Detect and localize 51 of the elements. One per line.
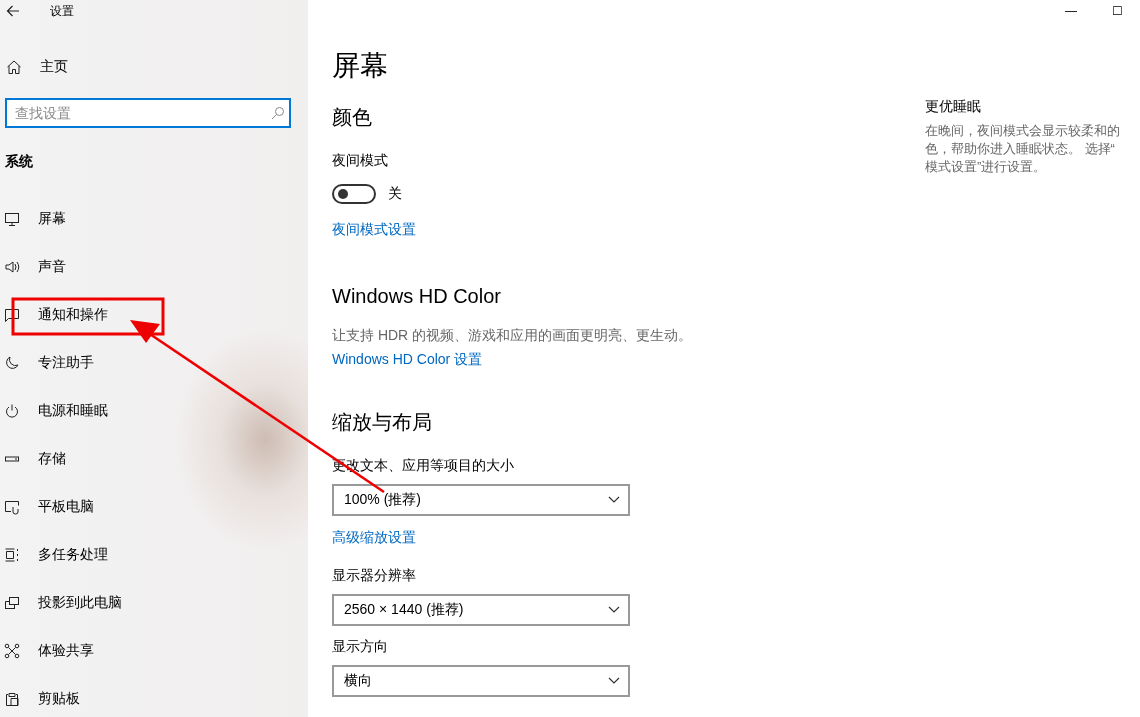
section-heading: 缩放与布局 — [332, 410, 432, 435]
toggle-switch[interactable] — [332, 184, 376, 204]
maximize-button[interactable]: ☐ — [1094, 0, 1140, 22]
sidebar-item[interactable]: 通知和操作 — [38, 306, 108, 324]
speaker-icon — [4, 259, 20, 275]
sidebar-item[interactable]: 专注助手 — [38, 354, 94, 372]
monitor-icon — [4, 211, 20, 227]
sidebar-item[interactable]: 投影到此电脑 — [38, 594, 122, 612]
settings-link[interactable]: Windows HD Color 设置 — [332, 349, 483, 369]
aside-heading: 更优睡眠 — [925, 97, 982, 116]
dropdown[interactable]: 横向 — [332, 665, 630, 697]
section-heading: 系统 — [5, 152, 34, 171]
sidebar-item[interactable]: 多任务处理 — [38, 546, 108, 564]
field-label: 显示器分辨率 — [332, 566, 416, 585]
share-icon — [4, 643, 20, 659]
home-link[interactable]: 主页 — [40, 58, 68, 76]
search-icon — [271, 106, 285, 120]
section-heading: 颜色 — [332, 105, 372, 130]
projector-icon — [4, 595, 20, 611]
description: 让支持 HDR 的视频、游戏和应用的画面更明亮、更生动。 — [332, 326, 693, 345]
caret-icon — [608, 677, 620, 685]
tablet-icon — [4, 499, 20, 515]
page-title: 屏幕 — [332, 49, 388, 83]
sidebar-item[interactable]: 平板电脑 — [38, 498, 94, 516]
sidebar-item[interactable]: 剪贴板 — [38, 690, 80, 708]
caret-icon — [608, 606, 620, 614]
dropdown[interactable]: 2560 × 1440 (推荐) — [332, 594, 630, 626]
clipboard-icon — [4, 691, 20, 707]
toggle-state: 关 — [388, 185, 402, 203]
settings-link[interactable]: 夜间模式设置 — [332, 219, 416, 239]
moon-icon — [4, 355, 20, 371]
sidebar-item[interactable]: 屏幕 — [38, 210, 66, 228]
caret-icon — [608, 496, 620, 504]
back-icon[interactable] — [6, 5, 20, 17]
sidebar-item[interactable]: 电源和睡眠 — [38, 402, 108, 420]
sidebar-item[interactable]: 存储 — [38, 450, 66, 468]
sidebar-item[interactable]: 声音 — [38, 258, 66, 276]
settings-link[interactable]: 高级缩放设置 — [332, 527, 416, 547]
sidebar-item[interactable]: 体验共享 — [38, 642, 94, 660]
dropdown[interactable]: 100% (推荐) — [332, 484, 630, 516]
speech-bubble-icon — [4, 307, 20, 323]
window-title: 设置 — [50, 2, 74, 20]
aside-text: 在晚间，夜间模式会显示较柔和的 色，帮助你进入睡眠状态。 选择“ 模式设置”进行设置。 — [925, 122, 1121, 176]
section-heading: Windows HD Color — [332, 284, 501, 309]
power-icon — [4, 403, 20, 419]
minimize-button[interactable]: — — [1048, 0, 1094, 22]
multitask-icon — [4, 547, 20, 563]
setting-label: 夜间模式 — [332, 151, 388, 170]
field-label: 显示方向 — [332, 637, 388, 656]
home-icon — [6, 59, 22, 75]
search-field[interactable]: 查找设置 — [5, 98, 291, 128]
